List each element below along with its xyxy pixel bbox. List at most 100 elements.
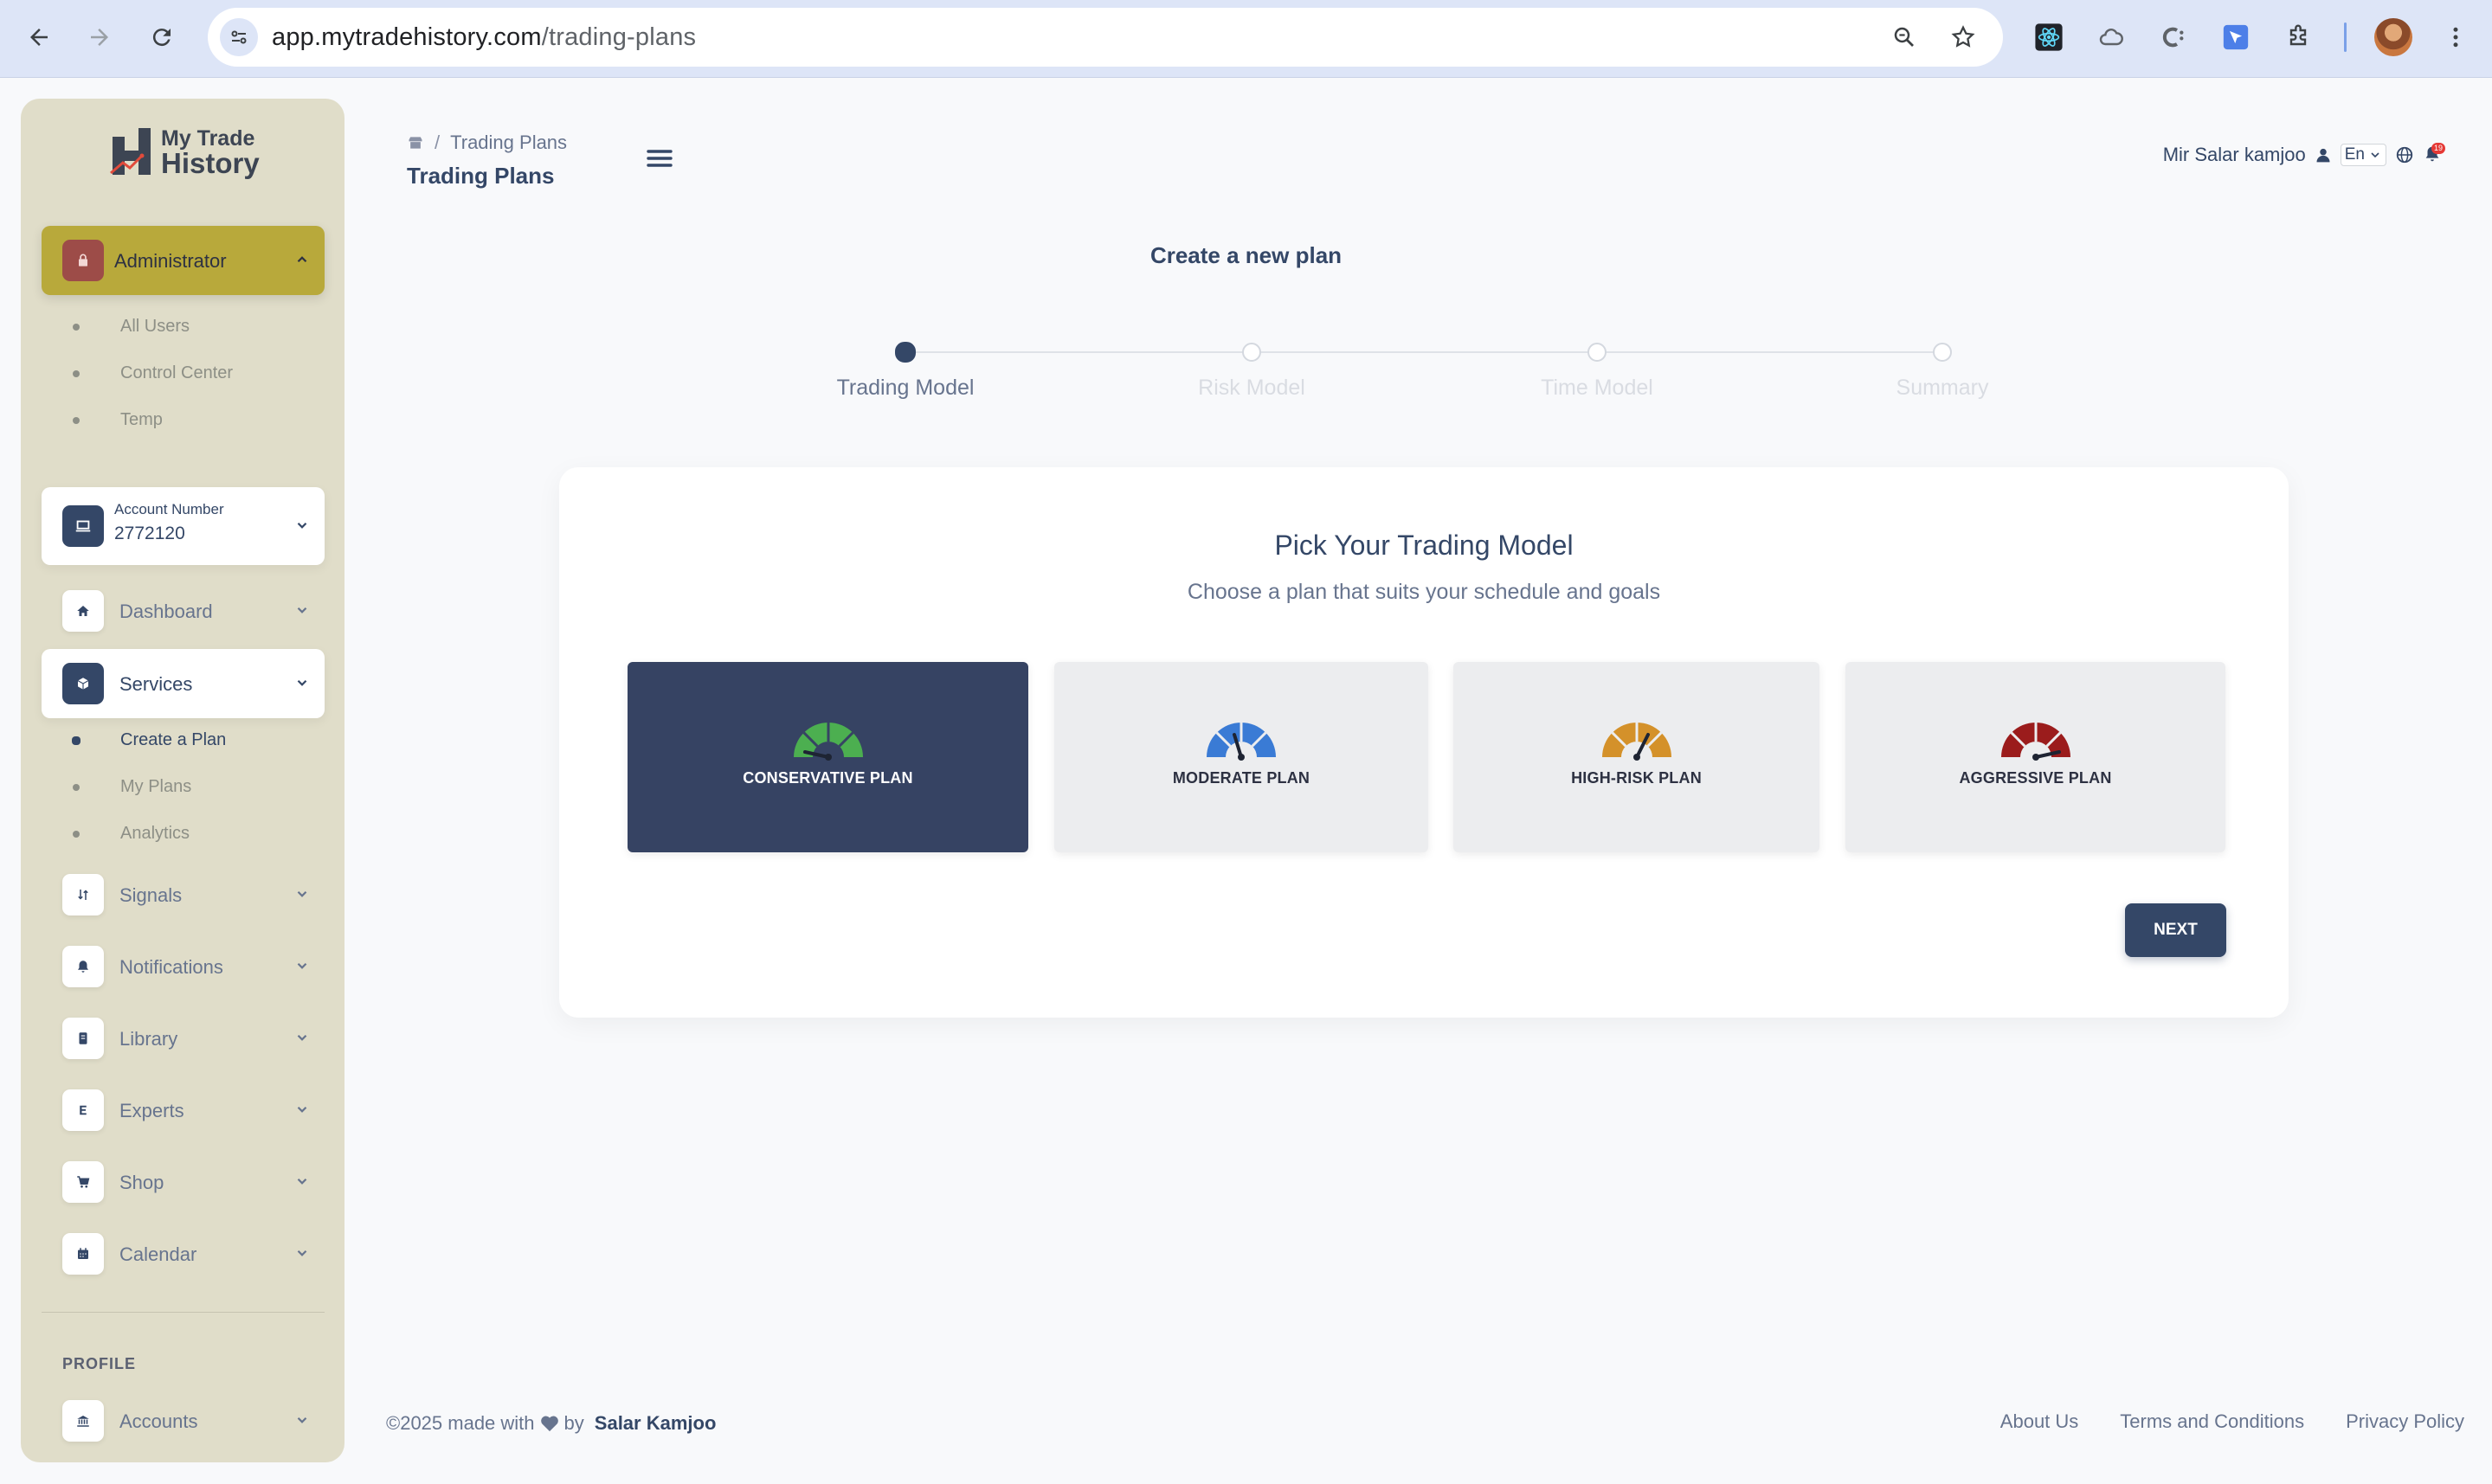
- next-button[interactable]: NEXT: [2125, 903, 2226, 957]
- bank-icon: [62, 1400, 104, 1442]
- footer-link-privacy[interactable]: Privacy Policy: [2346, 1410, 2464, 1433]
- site-info-icon[interactable]: [220, 18, 258, 56]
- footer-copyright: ©2025 made with by Salar Kamjoo: [386, 1412, 717, 1435]
- address-bar[interactable]: app.mytradehistory.com/trading-plans: [208, 8, 2003, 67]
- plan-option-conservative[interactable]: CONSERVATIVE PLAN: [628, 662, 1028, 852]
- bullet-icon: [73, 417, 80, 424]
- sidebar-item-notifications[interactable]: Notifications: [42, 932, 325, 1001]
- sidebar-item-label: Accounts: [119, 1410, 198, 1432]
- react-devtools-icon[interactable]: [2031, 19, 2067, 55]
- logo-mark-icon: [110, 128, 151, 175]
- bookmark-star-icon[interactable]: [1946, 20, 1980, 55]
- footer-link-about-us[interactable]: About Us: [2000, 1410, 2079, 1433]
- sidebar-item-library[interactable]: Library: [42, 1004, 325, 1073]
- sidebar: My Trade History Administrator All Users…: [21, 99, 345, 1462]
- sidebar-item-label: Calendar: [119, 1243, 197, 1265]
- user-icon[interactable]: [2315, 146, 2332, 164]
- chevron-down-icon: [297, 1178, 307, 1185]
- sidebar-item-label: Notifications: [119, 956, 223, 978]
- arrows-icon: [62, 874, 104, 915]
- plan-name: MODERATE PLAN: [1172, 769, 1310, 787]
- hamburger-menu-icon[interactable]: [645, 145, 674, 171]
- forward-button[interactable]: [78, 16, 121, 59]
- bell-icon: [62, 946, 104, 987]
- reload-icon: [152, 29, 171, 47]
- heart-icon: [540, 1416, 558, 1432]
- step-label-risk-model[interactable]: Risk Model: [1122, 376, 1381, 401]
- bullet-icon: [73, 370, 80, 377]
- breadcrumb-current: Trading Plans: [450, 132, 568, 153]
- sidebar-item-label: Services: [119, 673, 193, 695]
- footer-links: About Us Terms and Conditions Privacy Po…: [2000, 1410, 2464, 1433]
- sidebar-item-signals[interactable]: Signals: [42, 860, 325, 929]
- bullet-icon: [73, 324, 80, 331]
- reload-button[interactable]: [140, 16, 184, 59]
- breadcrumb: / Trading Plans: [407, 132, 567, 154]
- stepper-track: [905, 351, 1942, 353]
- back-button[interactable]: [17, 16, 61, 59]
- plan-option-high-risk[interactable]: HIGH-RISK PLAN: [1453, 662, 1819, 852]
- url-text: app.mytradehistory.com/trading-plans: [272, 23, 697, 51]
- sidebar-item-label: Dashboard: [119, 601, 213, 622]
- extension-cursor-icon[interactable]: [2218, 19, 2254, 55]
- globe-icon[interactable]: [2395, 145, 2414, 164]
- sidebar-divider: [42, 1312, 325, 1313]
- extension-c-icon[interactable]: [2155, 19, 2192, 55]
- language-select[interactable]: En: [2340, 144, 2386, 166]
- gauge-medium-icon: [1207, 723, 1276, 761]
- gauge-max-icon: [2000, 723, 2070, 761]
- notification-badge: 19: [2431, 143, 2446, 154]
- plan-picker-card: Pick Your Trading Model Choose a plan th…: [559, 467, 2289, 1018]
- chevron-down-icon: [297, 679, 307, 686]
- account-number-value: 2772120: [114, 524, 185, 543]
- step-dot-time-model[interactable]: [1587, 343, 1607, 362]
- sidebar-item-label: Experts: [119, 1100, 184, 1121]
- plan-name: HIGH-RISK PLAN: [1571, 769, 1702, 787]
- gauge-high-icon: [1601, 723, 1671, 761]
- step-dot-risk-model[interactable]: [1242, 343, 1261, 362]
- account-selector[interactable]: Account Number 2772120: [42, 487, 325, 565]
- sidebar-item-experts[interactable]: Experts: [42, 1076, 325, 1145]
- sidebar-item-calendar[interactable]: Calendar: [42, 1219, 325, 1288]
- chevron-down-icon: [297, 607, 307, 614]
- sidebar-item-shop[interactable]: Shop: [42, 1147, 325, 1217]
- app-logo[interactable]: My Trade History: [107, 125, 272, 180]
- footer-author-link[interactable]: Salar Kamjoo: [595, 1412, 717, 1435]
- notifications-button[interactable]: 19: [2423, 143, 2447, 165]
- bullet-icon: [73, 784, 80, 791]
- browser-menu-icon[interactable]: [2437, 19, 2474, 55]
- zoom-icon[interactable]: [1887, 20, 1922, 55]
- calendar-icon: [62, 1233, 104, 1275]
- cart-icon: [62, 1161, 104, 1203]
- chevron-down-icon: [297, 1106, 307, 1113]
- home-icon: [62, 590, 104, 632]
- step-label-summary[interactable]: Summary: [1813, 376, 2072, 401]
- profile-section-heading: PROFILE: [62, 1355, 137, 1372]
- user-name[interactable]: Mir Salar kamjoo: [2163, 144, 2306, 166]
- sidebar-item-services[interactable]: Services: [42, 649, 325, 718]
- step-label-time-model[interactable]: Time Model: [1467, 376, 1727, 401]
- extensions-puzzle-icon[interactable]: [2280, 19, 2316, 55]
- step-dot-summary[interactable]: [1933, 343, 1952, 362]
- plan-option-aggressive[interactable]: AGGRESSIVE PLAN: [1845, 662, 2225, 852]
- plan-option-moderate[interactable]: MODERATE PLAN: [1054, 662, 1428, 852]
- card-subtitle: Choose a plan that suits your schedule a…: [1187, 580, 1661, 604]
- shop-icon[interactable]: [407, 134, 424, 151]
- step-dot-trading-model[interactable]: [895, 342, 916, 363]
- sidebar-item-accounts[interactable]: Accounts: [42, 1386, 325, 1455]
- breadcrumb-separator: /: [435, 132, 441, 153]
- wizard-title: Create a new plan: [1149, 242, 1343, 268]
- sidebar-item-dashboard[interactable]: Dashboard: [42, 576, 325, 646]
- plan-name: CONSERVATIVE PLAN: [743, 769, 913, 787]
- sidebar-item-label: Shop: [119, 1172, 164, 1193]
- chevron-down-icon: [297, 522, 307, 529]
- sidebar-item-label: Library: [119, 1028, 178, 1050]
- chevron-down-icon: [297, 890, 307, 897]
- extension-cloud-icon[interactable]: [2093, 19, 2129, 55]
- step-label-trading-model[interactable]: Trading Model: [776, 376, 1035, 401]
- browser-profile-avatar[interactable]: [2374, 18, 2412, 56]
- card-title: Pick Your Trading Model: [1274, 530, 1574, 561]
- gauge-low-icon: [793, 723, 863, 761]
- page-title: Trading Plans: [407, 163, 555, 189]
- footer-link-terms[interactable]: Terms and Conditions: [2120, 1410, 2304, 1433]
